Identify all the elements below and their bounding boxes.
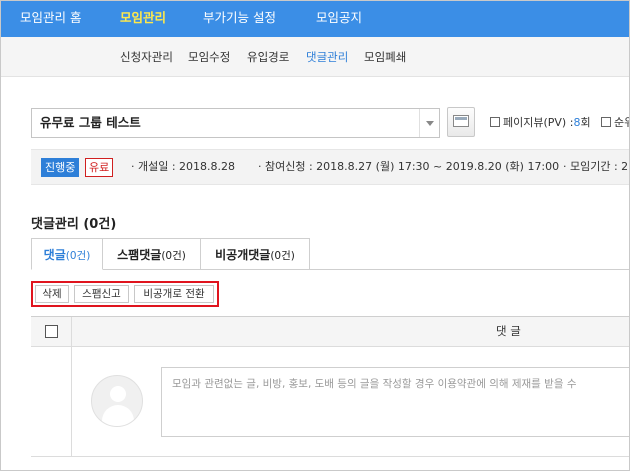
page-title: 댓글관리 (0건) [31, 217, 117, 232]
paid-badge: 유료 [85, 158, 114, 177]
rank-label: 순위 [614, 116, 629, 129]
tab-private-count: (0건) [270, 250, 295, 262]
subnav-item-comments[interactable]: 댓글관리 [306, 37, 348, 77]
tab-comments-count: (0건) [65, 250, 91, 262]
group-select[interactable]: 유무료 그룹 테스트 [31, 108, 440, 138]
preview-button[interactable] [447, 107, 475, 137]
avatar-head-icon [110, 386, 126, 402]
pageview-label: 페이지뷰(PV) : [503, 116, 574, 129]
nav-item-manage[interactable]: 모임관리 [120, 1, 166, 37]
top-nav: 모임관리 홈 모임관리 부가기능 설정 모임공지 [1, 1, 629, 37]
avatar [91, 375, 143, 427]
subnav-item-close[interactable]: 모임폐쇄 [364, 37, 406, 77]
chevron-down-icon[interactable] [419, 109, 439, 137]
group-info-bar: 진행중 유료 · 개설일 : 2018.8.28 · 참여신청 : 2018.8… [31, 149, 629, 185]
rank-stat: 순위 [601, 116, 629, 130]
subnav-item-edit[interactable]: 모임수정 [188, 37, 230, 77]
nav-item-notice[interactable]: 모임공지 [316, 1, 362, 37]
tab-comments-label: 댓글 [43, 248, 66, 262]
tab-private[interactable]: 비공개댓글(0건) [200, 238, 310, 270]
avatar-body-icon [102, 405, 134, 426]
tab-divider [31, 269, 629, 270]
tab-private-label: 비공개댓글 [215, 248, 271, 262]
open-date: · 개설일 : 2018.8.28 [131, 160, 236, 173]
column-header-comment: 댓 글 [496, 324, 521, 338]
subnav-item-applicants[interactable]: 신청자관리 [120, 37, 173, 77]
action-button-group: 삭제 스팸신고 비공개로 전환 [31, 281, 219, 307]
page-frame: 모임관리 홈 모임관리 부가기능 설정 모임공지 신청자관리 모임수정 유입경로… [0, 0, 630, 471]
sub-nav: 신청자관리 모임수정 유입경로 댓글관리 모임폐쇄 [1, 37, 629, 77]
subnav-item-referrer[interactable]: 유입경로 [247, 37, 289, 77]
table-header: 댓 글 [31, 316, 629, 347]
report-spam-button[interactable]: 스팸신고 [74, 285, 129, 303]
delete-button[interactable]: 삭제 [35, 285, 69, 303]
group-select-value: 유무료 그룹 테스트 [40, 115, 141, 130]
tab-spam-count: (0건) [161, 250, 186, 262]
apply-period: · 참여신청 : 2018.8.27 (월) 17:30 ~ 2019.8.20… [258, 160, 560, 173]
make-private-button[interactable]: 비공개로 전환 [134, 285, 214, 303]
status-badge: 진행중 [41, 158, 80, 177]
nav-item-addon-settings[interactable]: 부가기능 설정 [203, 1, 276, 37]
book-icon [490, 117, 500, 127]
pageview-unit: 회 [580, 116, 591, 129]
tab-spam-label: 스팸댓글 [117, 248, 162, 262]
pageview-stat: 페이지뷰(PV) :8회 [490, 116, 591, 130]
tab-comments[interactable]: 댓글(0건) [31, 238, 103, 270]
tab-spam[interactable]: 스팸댓글(0건) [102, 238, 201, 270]
comment-textarea[interactable]: 모임과 관련없는 글, 비방, 홍보, 도배 등의 글을 작성할 경우 이용약관… [161, 367, 629, 437]
select-all-checkbox[interactable] [45, 325, 58, 338]
comment-input-row: 모임과 관련없는 글, 비방, 홍보, 도배 등의 글을 작성할 경우 이용약관… [31, 347, 629, 457]
monitor-icon [453, 115, 469, 127]
comment-placeholder: 모임과 관련없는 글, 비방, 홍보, 도배 등의 글을 작성할 경우 이용약관… [172, 378, 577, 390]
nav-item-home[interactable]: 모임관리 홈 [20, 1, 81, 37]
column-divider [71, 347, 72, 457]
people-icon [601, 117, 611, 127]
meet-period: · 모임기간 : 2 [563, 160, 629, 173]
column-divider [71, 317, 72, 347]
